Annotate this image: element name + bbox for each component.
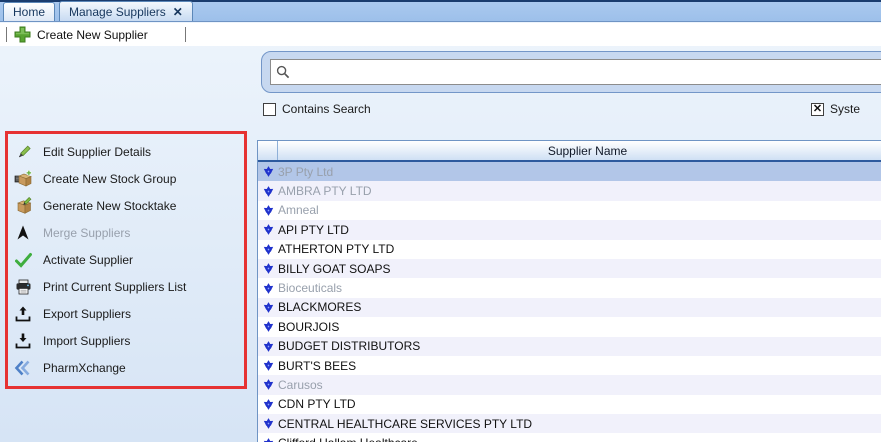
- supplier-name: Carusos: [278, 377, 323, 392]
- chevrons-icon: [14, 359, 32, 377]
- pencil-icon: [14, 143, 32, 161]
- app-window: Home Manage Suppliers ✕ Create New Suppl…: [0, 0, 881, 442]
- table-body: 3P Pty Ltd AMBRA PTY LTD Amneal API PTY …: [258, 162, 881, 442]
- supplier-name: BURT'S BEES: [278, 358, 357, 373]
- toolbar-separator: [6, 27, 7, 42]
- menu-item-pharmxchange[interactable]: PharmXchange: [14, 358, 238, 378]
- supplier-gear-icon: [258, 418, 278, 430]
- checkbox-checked[interactable]: ✕: [811, 102, 824, 116]
- export-icon: [14, 305, 32, 323]
- tab-home[interactable]: Home: [3, 2, 56, 21]
- contains-search-label: Contains Search: [282, 102, 371, 116]
- supplier-name: CDN PTY LTD: [278, 397, 356, 412]
- add-icon: [14, 26, 31, 43]
- table-row[interactable]: BILLY GOAT SOAPS: [258, 258, 881, 279]
- supplier-name: BILLY GOAT SOAPS: [278, 261, 391, 276]
- supplier-gear-icon: [258, 263, 278, 274]
- menu-item-import-suppliers[interactable]: Import Suppliers: [14, 331, 238, 351]
- table-row[interactable]: BOURJOIS: [258, 317, 881, 337]
- supplier-gear-icon: [258, 205, 278, 216]
- table-row[interactable]: CENTRAL HEALTHCARE SERVICES PTY LTD: [258, 414, 881, 434]
- table-row[interactable]: CDN PTY LTD: [258, 394, 881, 415]
- contains-search-checkbox[interactable]: Contains Search: [263, 102, 371, 116]
- supplier-name: API PTY LTD: [278, 222, 349, 237]
- supplier-name: BOURJOIS: [278, 319, 340, 334]
- checkbox-unchecked[interactable]: [263, 102, 276, 116]
- menu-item-merge-suppliers[interactable]: Merge Suppliers: [14, 223, 238, 243]
- check-icon: [14, 251, 32, 269]
- content-panel: Contains Search ✕ Syste Supplier Name 3P…: [257, 46, 881, 442]
- menu-item-edit-supplier-details[interactable]: Edit Supplier Details: [14, 142, 238, 162]
- table-row[interactable]: ATHERTON PTY LTD: [258, 239, 881, 259]
- main-area: Edit Supplier Details Create New Stock G…: [0, 46, 881, 442]
- supplier-gear-icon: [258, 360, 278, 371]
- table-header-row: Supplier Name: [258, 141, 881, 162]
- menu-item-print-current-suppliers-list[interactable]: Print Current Suppliers List: [14, 277, 238, 297]
- supplier-name: Bioceuticals: [278, 281, 343, 296]
- menu-item-activate-supplier[interactable]: Activate Supplier: [14, 250, 238, 270]
- tab-manage-suppliers[interactable]: Manage Suppliers ✕: [59, 1, 193, 21]
- table-row[interactable]: BURT'S BEES: [258, 355, 881, 376]
- stocktake-icon: [14, 197, 32, 215]
- table-row[interactable]: Amneal: [258, 200, 881, 221]
- supplier-gear-icon: [258, 321, 278, 333]
- supplier-name: BLACKMORES: [278, 300, 362, 315]
- import-icon: [14, 332, 32, 350]
- close-tab-icon[interactable]: ✕: [173, 6, 183, 18]
- search-icon: [276, 65, 290, 79]
- toolbar: Create New Supplier: [0, 23, 881, 46]
- menu-item-export-suppliers[interactable]: Export Suppliers: [14, 304, 238, 324]
- tab-bar: Home Manage Suppliers ✕: [0, 0, 881, 22]
- supplier-actions-menu: Edit Supplier Details Create New Stock G…: [5, 131, 247, 389]
- tab-manage-suppliers-label: Manage Suppliers: [69, 4, 166, 19]
- supplier-gear-icon: [258, 379, 278, 391]
- merge-icon: [14, 224, 32, 242]
- table-row[interactable]: Clifford Hallam Healthcare: [258, 433, 881, 442]
- supplier-name: Clifford Hallam Healthcare: [278, 436, 418, 442]
- table-row[interactable]: API PTY LTD: [258, 220, 881, 240]
- supplier-gear-icon: [258, 437, 278, 442]
- supplier-gear-icon: [258, 185, 278, 197]
- supplier-name: AMBRA PTY LTD: [278, 184, 372, 199]
- icon-column-header: [258, 141, 278, 160]
- table-row[interactable]: Bioceuticals: [258, 278, 881, 298]
- table-row[interactable]: BLACKMORES: [258, 297, 881, 318]
- system-suppliers-checkbox[interactable]: ✕ Syste: [811, 102, 860, 116]
- supplier-gear-icon: [258, 243, 278, 255]
- supplier-name: 3P Pty Ltd: [278, 164, 334, 179]
- printer-icon: [14, 278, 32, 296]
- supplier-gear-icon: [258, 224, 278, 236]
- table-row[interactable]: BUDGET DISTRIBUTORS: [258, 336, 881, 356]
- search-options-row: Contains Search ✕ Syste: [263, 102, 881, 118]
- menu-item-create-new-stock-group[interactable]: Create New Stock Group: [14, 169, 238, 189]
- supplier-name: ATHERTON PTY LTD: [278, 242, 395, 257]
- supplier-gear-icon: [258, 166, 278, 178]
- table-row[interactable]: Carusos: [258, 375, 881, 395]
- menu-item-generate-new-stocktake[interactable]: Generate New Stocktake: [14, 196, 238, 216]
- supplier-gear-icon: [258, 302, 278, 313]
- search-container: [261, 51, 881, 93]
- supplier-gear-icon: [258, 340, 278, 352]
- supplier-name: CENTRAL HEALTHCARE SERVICES PTY LTD: [278, 416, 533, 431]
- system-suppliers-label: Syste: [830, 102, 861, 116]
- supplier-name-column-header[interactable]: Supplier Name: [278, 141, 881, 160]
- supplier-gear-icon: [258, 282, 278, 294]
- toolbar-separator: [184, 27, 186, 42]
- supplier-name: BUDGET DISTRIBUTORS: [278, 339, 421, 354]
- table-row[interactable]: 3P Pty Ltd: [258, 162, 881, 182]
- create-new-supplier-button[interactable]: Create New Supplier: [37, 28, 148, 42]
- search-input[interactable]: [270, 59, 881, 85]
- supplier-name: Amneal: [278, 203, 319, 218]
- suppliers-table: Supplier Name 3P Pty Ltd AMBRA PTY LTD A…: [257, 140, 881, 442]
- stock-group-icon: [14, 170, 32, 188]
- table-row[interactable]: AMBRA PTY LTD: [258, 181, 881, 201]
- tab-home-label: Home: [13, 5, 46, 19]
- supplier-gear-icon: [258, 399, 278, 410]
